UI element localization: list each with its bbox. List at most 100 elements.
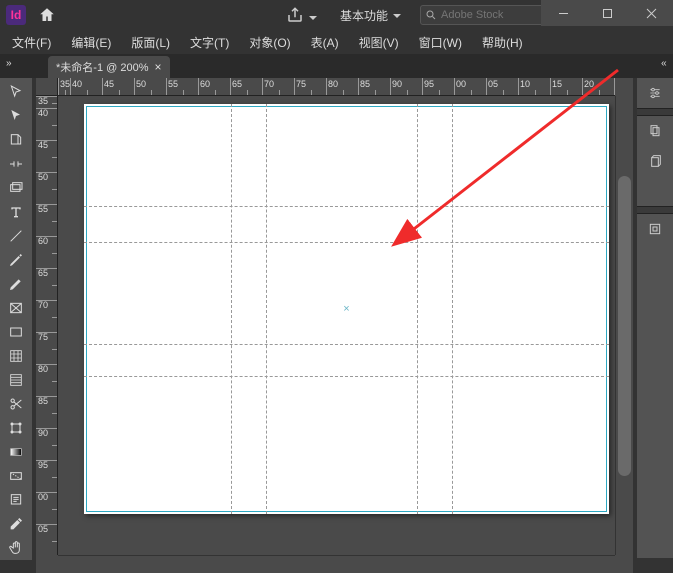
horizontal-ruler[interactable]: 35 40 45 50 55 60 65 70 75 80 85 90 95 0… — [58, 78, 615, 96]
page-tool[interactable] — [1, 128, 31, 152]
guide-horizontal[interactable] — [84, 376, 609, 377]
menu-file[interactable]: 文件(F) — [2, 31, 61, 54]
guide-vertical[interactable] — [417, 104, 418, 514]
menu-type[interactable]: 文字(T) — [180, 31, 239, 54]
window-controls — [541, 0, 673, 26]
content-collector-tool[interactable] — [1, 176, 31, 200]
layers-panel-icon[interactable] — [639, 146, 671, 176]
ruler-tick: 85 — [358, 78, 390, 95]
app-icon: Id — [6, 5, 26, 25]
ruler-tick: 70 — [36, 300, 57, 332]
tab-close-icon[interactable]: × — [154, 60, 161, 74]
pencil-tool[interactable] — [1, 272, 31, 296]
document-tab-bar: » *未命名-1 @ 200% × » — [0, 54, 673, 78]
menu-view[interactable]: 视图(V) — [349, 31, 409, 54]
ruler-tick: 50 — [36, 172, 57, 204]
ruler-tick: 85 — [36, 396, 57, 428]
document-canvas: 35 40 45 50 55 60 65 70 75 80 85 90 95 0… — [36, 78, 633, 573]
guide-horizontal[interactable] — [84, 242, 609, 243]
workspace-switcher[interactable]: 基本功能 — [332, 5, 410, 26]
close-button[interactable] — [629, 0, 673, 26]
ruler-tick: 40 — [70, 78, 102, 95]
ruler-tick: 55 — [36, 204, 57, 236]
free-transform-tool[interactable] — [1, 416, 31, 440]
maximize-button[interactable] — [585, 0, 629, 26]
guide-vertical[interactable] — [231, 104, 232, 514]
ruler-tick: 65 — [230, 78, 262, 95]
ruler-tick: 45 — [36, 140, 57, 172]
menu-object[interactable]: 对象(O) — [239, 31, 300, 54]
note-tool[interactable] — [1, 488, 31, 512]
gradient-feather-tool[interactable] — [1, 464, 31, 488]
ruler-tick: 90 — [390, 78, 422, 95]
ruler-tick: 35 — [36, 96, 57, 108]
ruler-tick: 75 — [36, 332, 57, 364]
chevron-down-icon[interactable] — [308, 10, 318, 20]
workspace-label: 基本功能 — [340, 7, 388, 24]
gradient-swatch-tool[interactable] — [1, 440, 31, 464]
pen-tool[interactable] — [1, 248, 31, 272]
vertical-scrollbar[interactable] — [615, 96, 633, 555]
title-bar: Id 基本功能 — [0, 0, 673, 30]
ruler-tick: 15 — [550, 78, 582, 95]
document-tab[interactable]: *未命名-1 @ 200% × — [48, 56, 170, 78]
vertical-ruler[interactable]: 35 40 45 50 55 60 65 70 75 80 85 90 95 0… — [36, 96, 58, 555]
ruler-tick: 05 — [36, 524, 57, 555]
menu-table[interactable]: 表(A) — [301, 31, 349, 54]
panel-grabber[interactable] — [637, 108, 673, 116]
guide-vertical[interactable] — [266, 104, 267, 514]
share-icon[interactable] — [286, 6, 304, 24]
type-tool[interactable] — [1, 200, 31, 224]
cc-libraries-panel-icon[interactable] — [639, 214, 671, 244]
ruler-tick: 70 — [262, 78, 294, 95]
guide-horizontal[interactable] — [84, 206, 609, 207]
direct-selection-tool[interactable] — [1, 104, 31, 128]
menu-layout[interactable]: 版面(L) — [121, 31, 180, 54]
ruler-tick: 00 — [36, 492, 57, 524]
horizontal-grid-tool[interactable] — [1, 368, 31, 392]
menu-edit[interactable]: 编辑(E) — [61, 31, 121, 54]
minimize-button[interactable] — [541, 0, 585, 26]
line-tool[interactable] — [1, 224, 31, 248]
guide-vertical[interactable] — [452, 104, 453, 514]
menu-window[interactable]: 窗口(W) — [409, 31, 472, 54]
ruler-tick: 45 — [102, 78, 134, 95]
ruler-tick: 55 — [166, 78, 198, 95]
ruler-tick: 80 — [36, 364, 57, 396]
selection-tool[interactable] — [1, 80, 31, 104]
ruler-tick: 50 — [134, 78, 166, 95]
home-icon[interactable] — [38, 6, 56, 24]
page[interactable]: × — [84, 104, 609, 514]
app-abbrev: Id — [11, 8, 22, 22]
eyedropper-tool[interactable] — [1, 512, 31, 536]
ruler-tick: 25 — [614, 78, 615, 95]
ruler-tick: 75 — [294, 78, 326, 95]
panel-grabber[interactable] — [637, 206, 673, 214]
ruler-tick: 05 — [486, 78, 518, 95]
grid-tool[interactable] — [1, 344, 31, 368]
ruler-origin[interactable] — [36, 78, 58, 96]
rectangle-frame-tool[interactable] — [1, 296, 31, 320]
pages-panel-icon[interactable] — [639, 116, 671, 146]
ruler-tick: 60 — [198, 78, 230, 95]
tools-panel — [0, 78, 32, 560]
ruler-tick: 35 — [58, 78, 70, 95]
expand-right-icon[interactable]: » — [661, 58, 667, 69]
document-tab-label: *未命名-1 @ 200% — [56, 59, 148, 75]
page-center-mark: × — [343, 303, 349, 315]
ruler-tick: 65 — [36, 268, 57, 300]
ruler-tick: 90 — [36, 428, 57, 460]
expand-left-icon[interactable]: » — [6, 58, 12, 69]
page-viewport[interactable]: × — [58, 96, 615, 555]
menu-help[interactable]: 帮助(H) — [472, 31, 533, 54]
properties-panel-icon[interactable] — [639, 78, 671, 108]
rectangle-tool[interactable] — [1, 320, 31, 344]
chevron-down-icon — [392, 10, 402, 20]
ruler-tick: 20 — [582, 78, 614, 95]
hand-tool[interactable] — [1, 536, 31, 560]
guide-horizontal[interactable] — [84, 344, 609, 345]
gap-tool[interactable] — [1, 152, 31, 176]
horizontal-scrollbar[interactable] — [58, 555, 615, 573]
scrollbar-thumb[interactable] — [618, 176, 631, 476]
scissors-tool[interactable] — [1, 392, 31, 416]
